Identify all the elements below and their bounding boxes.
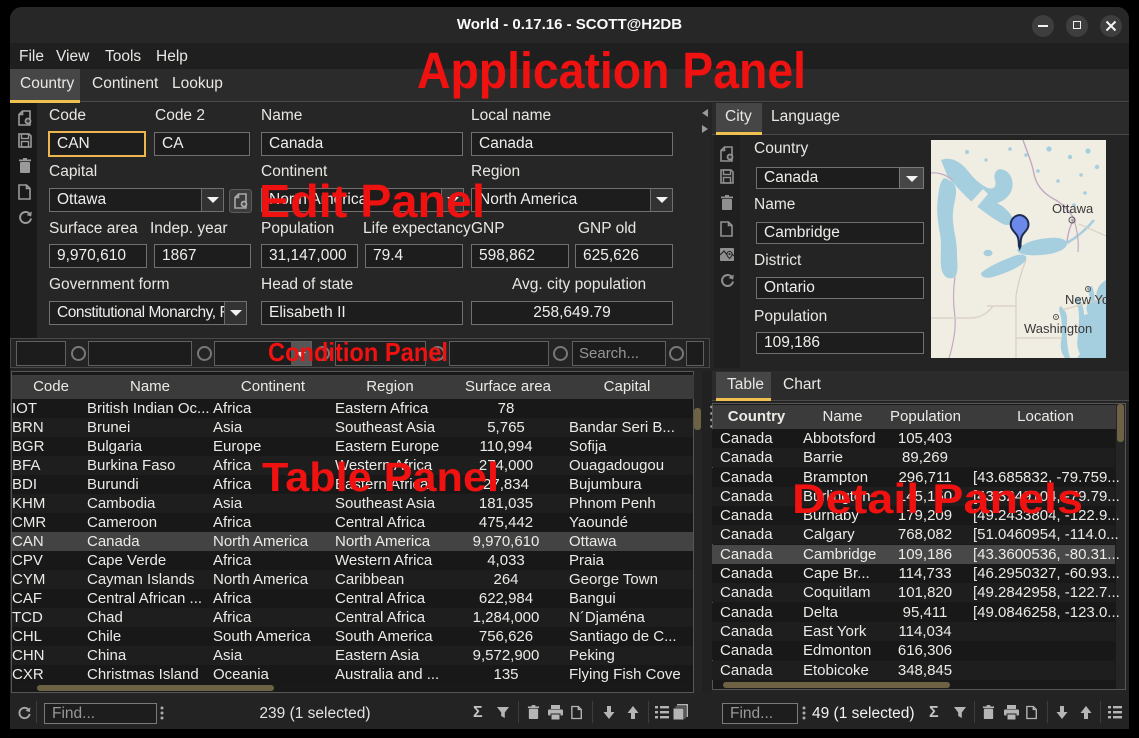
svg-text:Application Panel: Application Panel (417, 42, 806, 99)
svg-text:Edit Panel: Edit Panel (259, 175, 485, 227)
svg-text:Table Panel: Table Panel (262, 454, 499, 500)
svg-text:Detail Panels: Detail Panels (792, 475, 1083, 522)
svg-text:Condition Panel: Condition Panel (268, 337, 448, 367)
